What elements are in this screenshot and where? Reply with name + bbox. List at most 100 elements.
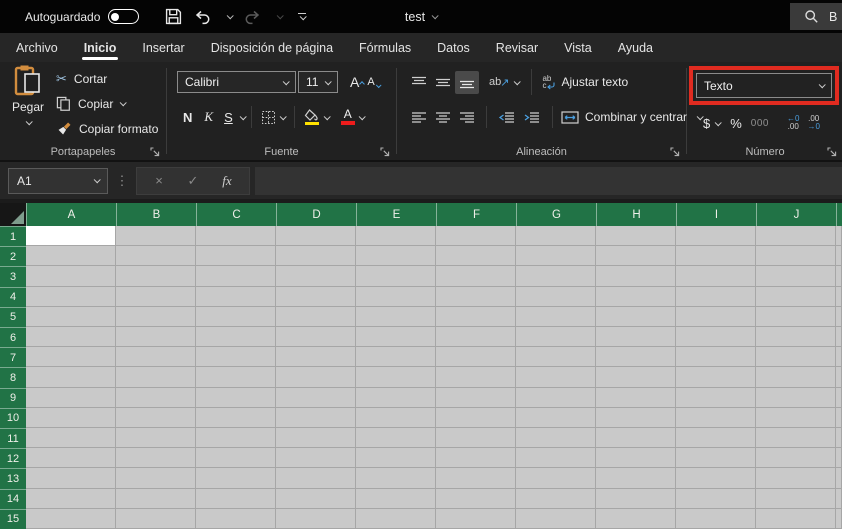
tab-insertar[interactable]: Insertar [129, 33, 197, 62]
cell-g7[interactable] [516, 347, 596, 368]
cell-f8[interactable] [436, 367, 516, 388]
column-header-h[interactable]: H [596, 203, 676, 226]
clipboard-dialog-launcher[interactable] [150, 147, 160, 157]
cell-h9[interactable] [596, 387, 676, 408]
cell-j8[interactable] [756, 367, 836, 388]
cell-i12[interactable] [676, 448, 756, 469]
cell-b14[interactable] [116, 488, 196, 509]
increase-font-size-button[interactable]: A [346, 72, 366, 92]
cell-g8[interactable] [516, 367, 596, 388]
cell-c2[interactable] [196, 246, 276, 267]
cell-h7[interactable] [596, 347, 676, 368]
cell-a3[interactable] [26, 266, 116, 287]
cell-e3[interactable] [356, 266, 436, 287]
tab-disposicion-de-pagina[interactable]: Disposición de página [198, 33, 346, 62]
cell-h6[interactable] [596, 327, 676, 348]
row-header-1[interactable]: 1 [0, 226, 26, 247]
cell-partial[interactable] [836, 468, 842, 489]
row-header-5[interactable]: 5 [0, 306, 26, 328]
cell-b5[interactable] [116, 306, 196, 328]
cell-partial[interactable] [836, 246, 842, 267]
cancel-button[interactable]: × [143, 173, 175, 188]
cell-i15[interactable] [676, 508, 756, 529]
cell-a8[interactable] [26, 367, 116, 388]
cell-f15[interactable] [436, 508, 516, 529]
cell-d12[interactable] [276, 448, 356, 469]
cell-j1[interactable] [756, 226, 836, 247]
cell-g1[interactable] [516, 226, 596, 247]
decrease-indent-button[interactable] [494, 106, 519, 129]
cell-e1[interactable] [356, 226, 436, 247]
row-header-13[interactable]: 13 [0, 468, 26, 489]
cell-c14[interactable] [196, 488, 276, 509]
cell-a9[interactable] [26, 387, 116, 408]
cell-h1[interactable] [596, 226, 676, 247]
redo-dropdown[interactable] [273, 11, 286, 22]
cell-i14[interactable] [676, 488, 756, 509]
insert-function-button[interactable]: fx [211, 173, 243, 189]
cell-b15[interactable] [116, 508, 196, 529]
wrap-text-button[interactable]: ab c Ajustar texto [542, 74, 628, 90]
cell-h11[interactable] [596, 428, 676, 449]
cell-h10[interactable] [596, 407, 676, 429]
fill-color-button[interactable] [301, 107, 332, 128]
cell-i8[interactable] [676, 367, 756, 388]
document-title[interactable]: test [405, 0, 439, 33]
cell-a14[interactable] [26, 488, 116, 509]
cell-partial[interactable] [836, 306, 842, 328]
cell-c11[interactable] [196, 428, 276, 449]
cell-b1[interactable] [116, 226, 196, 247]
cell-b4[interactable] [116, 286, 196, 307]
row-header-15[interactable]: 15 [0, 508, 26, 529]
cell-i1[interactable] [676, 226, 756, 247]
cell-b7[interactable] [116, 347, 196, 368]
underline-dropdown[interactable] [239, 112, 247, 120]
cell-e15[interactable] [356, 508, 436, 529]
column-header-d[interactable]: D [276, 203, 356, 226]
column-header-e[interactable]: E [356, 203, 436, 226]
column-header-b[interactable]: B [116, 203, 196, 226]
cell-b3[interactable] [116, 266, 196, 287]
customize-quick-access-button[interactable] [298, 12, 307, 21]
cell-j14[interactable] [756, 488, 836, 509]
cell-c5[interactable] [196, 306, 276, 328]
cell-j5[interactable] [756, 306, 836, 328]
cell-b10[interactable] [116, 407, 196, 429]
cell-d5[interactable] [276, 306, 356, 328]
cell-partial[interactable] [836, 286, 842, 307]
paste-button[interactable]: Pegar [6, 64, 50, 146]
cell-e2[interactable] [356, 246, 436, 267]
cell-partial[interactable] [836, 266, 842, 287]
row-header-6[interactable]: 6 [0, 327, 26, 348]
tab-archivo[interactable]: Archivo [3, 33, 71, 62]
font-size-combo[interactable]: 11 [298, 71, 338, 93]
cell-f3[interactable] [436, 266, 516, 287]
cell-partial[interactable] [836, 367, 842, 388]
cell-a13[interactable] [26, 468, 116, 489]
merge-center-button[interactable]: Combinar y centrar [561, 110, 704, 124]
column-header-f[interactable]: F [436, 203, 516, 226]
cell-e8[interactable] [356, 367, 436, 388]
cell-g10[interactable] [516, 407, 596, 429]
cell-g2[interactable] [516, 246, 596, 267]
cell-j11[interactable] [756, 428, 836, 449]
tab-datos[interactable]: Datos [424, 33, 483, 62]
cell-i4[interactable] [676, 286, 756, 307]
cell-g4[interactable] [516, 286, 596, 307]
cell-b9[interactable] [116, 387, 196, 408]
cell-c9[interactable] [196, 387, 276, 408]
cell-g13[interactable] [516, 468, 596, 489]
cell-b2[interactable] [116, 246, 196, 267]
tab-revisar[interactable]: Revisar [483, 33, 551, 62]
cell-h3[interactable] [596, 266, 676, 287]
number-format-combo[interactable]: Texto [696, 73, 832, 98]
cell-a15[interactable] [26, 508, 116, 529]
cell-g15[interactable] [516, 508, 596, 529]
cell-d15[interactable] [276, 508, 356, 529]
cell-h14[interactable] [596, 488, 676, 509]
cell-j13[interactable] [756, 468, 836, 489]
cell-c13[interactable] [196, 468, 276, 489]
cell-b13[interactable] [116, 468, 196, 489]
cell-f6[interactable] [436, 327, 516, 348]
cell-f11[interactable] [436, 428, 516, 449]
